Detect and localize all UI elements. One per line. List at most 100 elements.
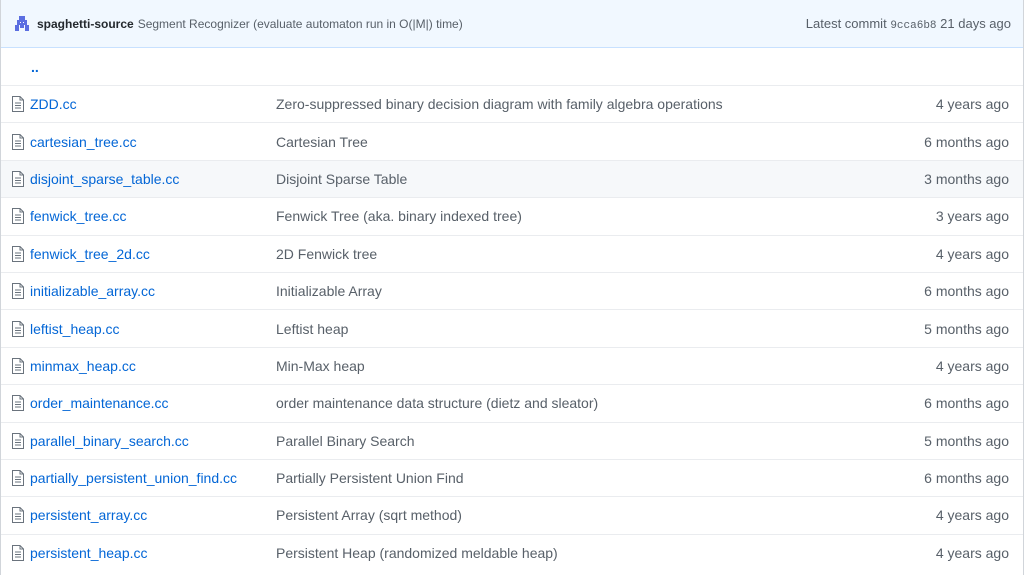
file-link[interactable]: cartesian_tree.cc [30, 134, 137, 150]
file-commit-message[interactable]: Min-Max heap [276, 358, 365, 374]
commit-age: 21 days ago [940, 15, 1011, 31]
file-commit-message-cell: Leftist heap [276, 321, 823, 337]
file-link[interactable]: parallel_binary_search.cc [30, 433, 189, 449]
file-name-cell: order_maintenance.cc [1, 395, 276, 412]
file-row[interactable]: fenwick_tree.cc Fenwick Tree (aka. binary… [1, 197, 1023, 234]
file-row[interactable]: persistent_heap.cc Persistent Heap (rando… [1, 533, 1023, 571]
file-commit-message-cell: order maintenance data structure (dietz … [276, 395, 823, 411]
file-commit-message-cell: Persistent Array (sqrt method) [276, 507, 823, 523]
file-age: 4 years ago [935, 544, 1009, 561]
file-link[interactable]: leftist_heap.cc [30, 321, 120, 337]
file-commit-message-cell: Fenwick Tree (aka. binary indexed tree) [276, 208, 823, 224]
latest-commit-bar: spaghetti-source Segment Recognizer (eva… [1, 0, 1023, 48]
file-icon [11, 357, 25, 374]
file-name-cell: ZDD.cc [1, 96, 276, 113]
file-name-cell: cartesian_tree.cc [1, 133, 276, 150]
file-link[interactable]: partially_persistent_union_find.cc [30, 470, 237, 486]
file-commit-message[interactable]: Zero-suppressed binary decision diagram … [276, 96, 723, 112]
file-age: 5 months ago [924, 432, 1009, 449]
file-link[interactable]: initializable_array.cc [30, 283, 155, 299]
file-row[interactable]: leftist_heap.cc Leftist heap 5 months ago [1, 309, 1023, 346]
file-row[interactable]: minmax_heap.cc Min-Max heap 4 years ago [1, 346, 1023, 384]
file-age: 4 years ago [935, 507, 1009, 524]
file-name-cell: leftist_heap.cc [1, 320, 276, 337]
file-age: 4 years ago [935, 245, 1009, 262]
file-age: 3 months ago [924, 170, 1009, 187]
file-age: 4 years ago [935, 357, 1009, 374]
file-icon [11, 432, 25, 449]
file-commit-message[interactable]: order maintenance data structure (dietz … [276, 395, 598, 411]
file-name-cell: persistent_array.cc [1, 507, 276, 524]
file-icon [11, 283, 25, 300]
file-row[interactable]: fenwick_tree_2d.cc 2D Fenwick tree 4 years… [1, 234, 1023, 272]
file-link[interactable]: disjoint_sparse_table.cc [30, 171, 179, 187]
file-commit-message-cell: 2D Fenwick tree [276, 246, 823, 262]
file-link[interactable]: persistent_array.cc [30, 507, 147, 523]
file-browser: spaghetti-source Segment Recognizer (eva… [0, 0, 1024, 575]
file-list: ZDD.cc Zero-suppressed binary decision di… [1, 85, 1023, 571]
parent-directory-row: .. [1, 48, 1023, 85]
file-commit-message[interactable]: Disjoint Sparse Table [276, 171, 407, 187]
file-link[interactable]: persistent_heap.cc [30, 545, 148, 561]
file-link[interactable]: fenwick_tree.cc [30, 208, 126, 224]
file-icon [11, 507, 25, 524]
file-commit-message[interactable]: Parallel Binary Search [276, 433, 415, 449]
file-commit-message[interactable]: Leftist heap [276, 321, 348, 337]
file-icon [11, 320, 25, 337]
file-commit-message-cell: Cartesian Tree [276, 134, 823, 150]
file-icon [11, 470, 25, 487]
file-commit-message[interactable]: Initializable Array [276, 283, 382, 299]
file-icon [11, 245, 25, 262]
file-commit-message-cell: Partially Persistent Union Find [276, 470, 823, 486]
file-commit-message-cell: Disjoint Sparse Table [276, 171, 823, 187]
file-row[interactable]: order_maintenance.cc order maintenance da… [1, 384, 1023, 421]
file-age: 6 months ago [924, 395, 1009, 412]
file-name-cell: parallel_binary_search.cc [1, 432, 276, 449]
file-commit-message-cell: Persistent Heap (randomized meldable hea… [276, 545, 823, 561]
file-commit-message[interactable]: Fenwick Tree (aka. binary indexed tree) [276, 208, 522, 224]
file-row[interactable]: persistent_array.cc Persistent Array (sqr… [1, 496, 1023, 533]
file-icon [11, 544, 25, 561]
file-row[interactable]: disjoint_sparse_table.cc Disjoint Sparse … [1, 159, 1023, 198]
file-name-cell: partially_persistent_union_find.cc [1, 470, 276, 487]
commit-message[interactable]: Segment Recognizer (evaluate automaton r… [138, 17, 463, 31]
file-link[interactable]: ZDD.cc [30, 96, 77, 112]
file-icon [11, 395, 25, 412]
file-link[interactable]: fenwick_tree_2d.cc [30, 246, 150, 262]
file-commit-message[interactable]: Persistent Heap (randomized meldable hea… [276, 545, 558, 561]
file-age: 6 months ago [924, 133, 1009, 150]
file-name-cell: fenwick_tree.cc [1, 208, 276, 225]
file-icon [11, 133, 25, 150]
file-name-cell: initializable_array.cc [1, 283, 276, 300]
file-link[interactable]: minmax_heap.cc [30, 358, 136, 374]
file-commit-message[interactable]: 2D Fenwick tree [276, 246, 377, 262]
file-age: 5 months ago [924, 320, 1009, 337]
file-row[interactable]: parallel_binary_search.cc Parallel Binary… [1, 421, 1023, 459]
file-icon [11, 170, 25, 187]
latest-commit-label: Latest commit [805, 15, 887, 31]
file-commit-message-cell: Parallel Binary Search [276, 433, 823, 449]
file-icon [11, 96, 25, 113]
file-commit-message-cell: Min-Max heap [276, 358, 823, 374]
file-commit-message[interactable]: Partially Persistent Union Find [276, 470, 464, 486]
file-name-cell: minmax_heap.cc [1, 357, 276, 374]
file-name-cell: disjoint_sparse_table.cc [1, 170, 276, 187]
file-link[interactable]: order_maintenance.cc [30, 395, 169, 411]
file-row[interactable]: initializable_array.cc Initializable Arra… [1, 271, 1023, 309]
file-age: 6 months ago [924, 283, 1009, 300]
file-age: 6 months ago [924, 470, 1009, 487]
file-commit-message[interactable]: Cartesian Tree [276, 134, 368, 150]
file-icon [11, 208, 25, 225]
avatar[interactable] [13, 14, 31, 33]
file-commit-message[interactable]: Persistent Array (sqrt method) [276, 507, 462, 523]
file-row[interactable]: ZDD.cc Zero-suppressed binary decision di… [1, 85, 1023, 122]
file-age: 4 years ago [935, 96, 1009, 113]
commit-author[interactable]: spaghetti-source [37, 17, 134, 31]
latest-commit-info: Latest commit 9cca6b8 21 days ago [806, 16, 1011, 32]
file-row[interactable]: partially_persistent_union_find.cc Partia… [1, 458, 1023, 496]
commit-sha[interactable]: 9cca6b8 [890, 20, 936, 32]
file-row[interactable]: cartesian_tree.cc Cartesian Tree 6 months … [1, 122, 1023, 159]
parent-directory-link[interactable]: .. [31, 59, 39, 75]
file-name-cell: fenwick_tree_2d.cc [1, 245, 276, 262]
file-age: 3 years ago [935, 208, 1009, 225]
